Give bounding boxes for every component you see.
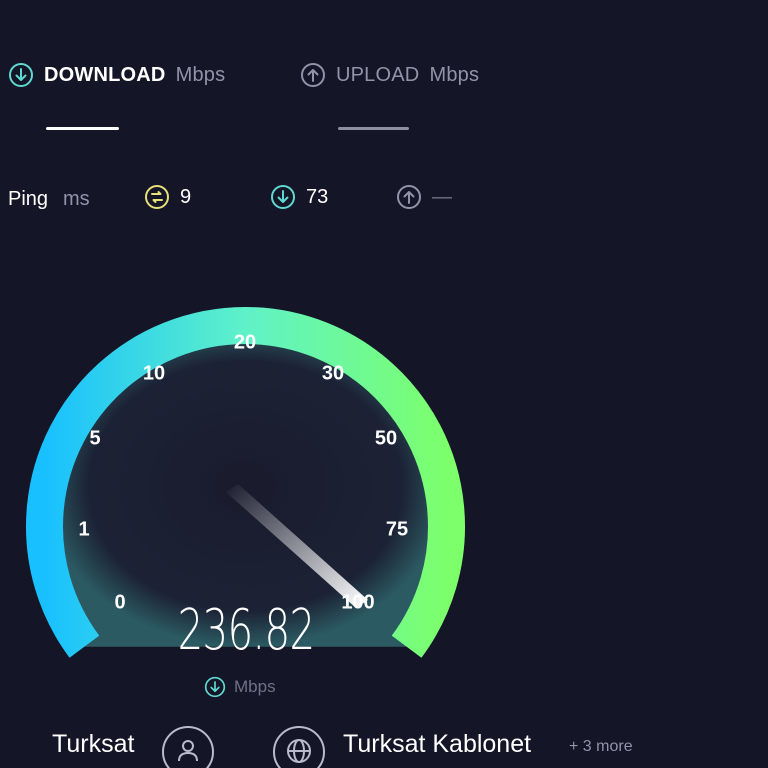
tab-download-unit: Mbps: [175, 63, 226, 86]
ping-download-value: 73: [306, 185, 329, 208]
tab-upload[interactable]: UPLOAD Mbps: [300, 62, 479, 88]
download-indicator-icon: [204, 676, 226, 698]
gauge-tick-label: 50: [375, 427, 397, 449]
upload-arrow-icon: [300, 62, 326, 88]
speed-value: 236.82: [177, 598, 315, 663]
download-arrow-icon: [8, 62, 34, 88]
ping-upload-value: —: [432, 185, 452, 208]
tab-upload-unit: Mbps: [429, 63, 480, 86]
gauge-tick-label: 20: [234, 331, 256, 353]
speedtest-screen: DOWNLOAD Mbps UPLOAD Mbps Ping ms 9 73 —…: [0, 0, 768, 768]
ping-unit: ms: [63, 188, 90, 210]
connection-info: Turksat Turksat Kablonet + 3 more: [0, 726, 768, 768]
idle-ping-icon: [144, 184, 170, 210]
speed-unit: Mbps: [204, 676, 276, 698]
speed-unit-label: Mbps: [234, 677, 276, 696]
more-servers-link[interactable]: + 3 more: [569, 738, 633, 756]
server-name: Turksat Kablonet: [343, 730, 532, 758]
gauge-tick-label: 100: [341, 591, 374, 613]
ping-label: Ping: [8, 188, 49, 210]
tab-upload-indicator: [338, 127, 409, 130]
isp-name: Turksat: [52, 730, 135, 758]
server-button[interactable]: [273, 726, 325, 768]
gauge-tick-label: 75: [386, 518, 408, 540]
gauge-tick-label: 5: [89, 427, 100, 449]
tab-download[interactable]: DOWNLOAD Mbps: [8, 62, 225, 88]
ping-download: 73: [270, 184, 328, 210]
ping-idle: 9: [144, 184, 191, 210]
gauge-tick-label: 10: [143, 362, 165, 384]
user-icon: [178, 740, 198, 762]
ping-idle-value: 9: [180, 185, 192, 208]
ping-download-icon: [270, 184, 296, 210]
tab-upload-label: UPLOAD: [336, 63, 420, 86]
ping-upload: —: [396, 184, 452, 210]
tab-download-label: DOWNLOAD: [44, 63, 166, 86]
ping-row: Ping ms 9 73 —: [8, 184, 508, 216]
user-button[interactable]: [162, 726, 214, 768]
tab-download-indicator: [46, 127, 119, 130]
gauge-tick-label: 1: [78, 518, 89, 540]
gauge-tick-label: 0: [114, 591, 125, 613]
globe-icon: [287, 739, 311, 763]
ping-upload-icon: [396, 184, 422, 210]
gauge-tick-label: 30: [322, 362, 344, 384]
